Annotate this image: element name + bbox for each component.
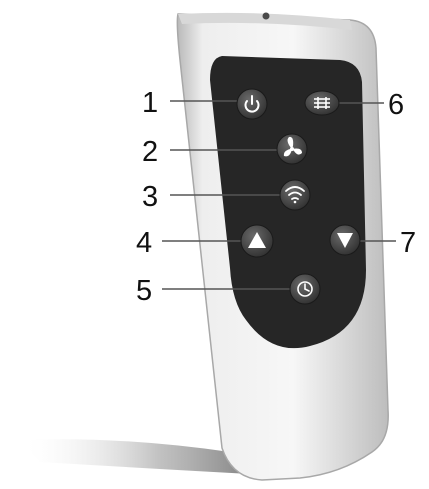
mode-button[interactable] (304, 90, 340, 116)
remote-shadow (20, 439, 250, 474)
up-button[interactable] (240, 224, 274, 258)
power-button[interactable] (236, 88, 268, 120)
callout-number-4: 4 (136, 227, 152, 259)
callout-number-6: 6 (388, 89, 404, 121)
timer-button[interactable] (289, 273, 321, 305)
callout-number-5: 5 (136, 275, 152, 307)
callout-number-7: 7 (400, 227, 416, 259)
down-button[interactable] (329, 224, 361, 256)
fan-speed-button[interactable] (276, 133, 308, 165)
callout-number-3: 3 (142, 181, 158, 213)
mode-icon (314, 97, 330, 109)
callout-number-1: 1 (142, 87, 158, 119)
oscillation-button[interactable] (279, 179, 311, 211)
ir-emitter (262, 12, 270, 20)
callout-number-2: 2 (142, 136, 158, 168)
remote-control-diagram: 1 2 3 4 5 6 7 (20, 12, 416, 481)
